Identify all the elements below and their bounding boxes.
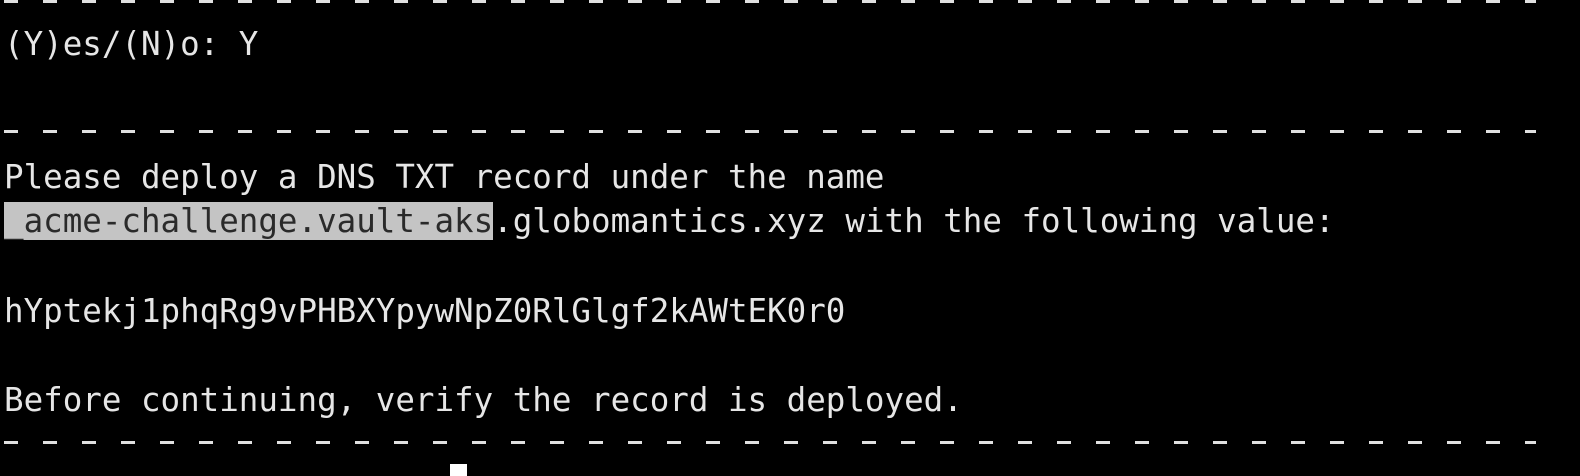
terminal-window[interactable]: (Y)es/(N)o: Y Please deploy a DNS TXT re… [0, 0, 1580, 476]
confirmation-prompt-line: (Y)es/(N)o: Y [4, 25, 259, 63]
txt-record-value[interactable]: hYptekj1phqRg9vPHBXYpywNpZ0RlGlgf2kAWtEK… [4, 289, 845, 333]
dns-instruction-line: Please deploy a DNS TXT record under the… [4, 158, 885, 196]
text-cursor [450, 464, 467, 476]
record-name-line[interactable]: _acme-challenge.vault-aks.globomantics.x… [4, 199, 1335, 243]
verify-instruction-line: Before continuing, verify the record is … [4, 381, 963, 419]
separator-rule [4, 0, 1536, 3]
record-name-rest-text: .globomantics.xyz with the following val… [493, 202, 1335, 240]
separator-rule [4, 441, 1536, 444]
separator-rule [4, 130, 1536, 133]
selected-record-name-text[interactable]: _acme-challenge.vault-aks [4, 202, 494, 240]
